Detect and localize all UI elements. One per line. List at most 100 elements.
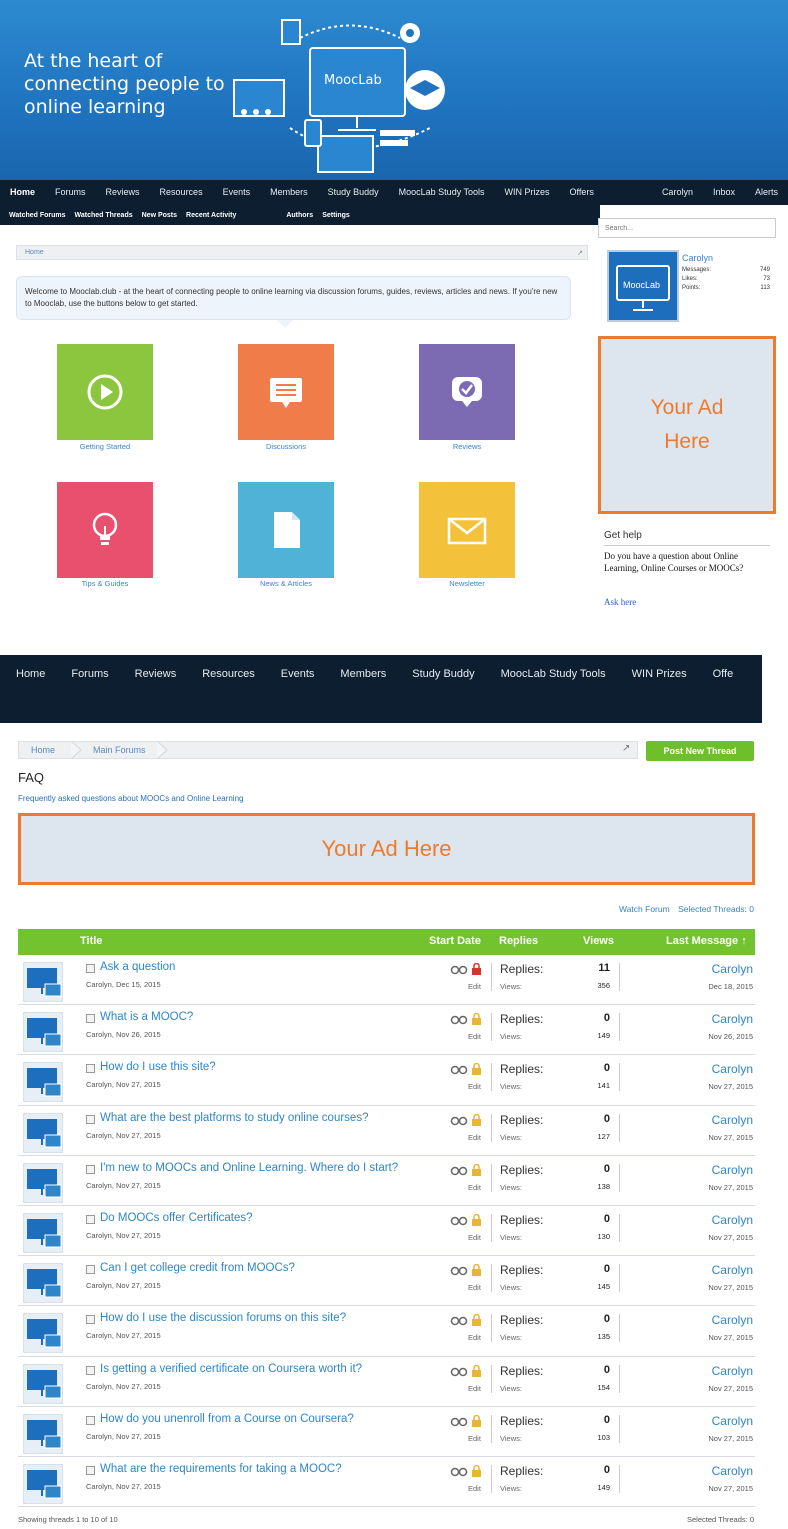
nav-win-prizes[interactable]: WIN Prizes bbox=[495, 180, 560, 205]
last-message-user[interactable]: Carolyn bbox=[712, 962, 753, 976]
last-message-user[interactable]: Carolyn bbox=[712, 1163, 753, 1177]
breadcrumb-home[interactable]: Home bbox=[31, 742, 55, 758]
nav-home[interactable]: Home bbox=[0, 655, 58, 693]
thread-select-checkbox[interactable] bbox=[86, 1465, 95, 1475]
sidebar-search-input[interactable] bbox=[598, 218, 776, 238]
avatar[interactable] bbox=[23, 1212, 63, 1253]
thread-title[interactable]: How do I use the discussion forums on th… bbox=[100, 1312, 346, 1324]
nav-members[interactable]: Members bbox=[327, 655, 399, 693]
tile-news-articles[interactable] bbox=[238, 482, 334, 578]
subnav-authors[interactable]: Authors bbox=[286, 212, 313, 219]
nav-alerts[interactable]: Alerts bbox=[745, 180, 788, 205]
subnav-settings[interactable]: Settings bbox=[322, 212, 350, 219]
tile-label-getting-started[interactable]: Getting Started bbox=[35, 442, 175, 451]
avatar[interactable] bbox=[23, 1162, 63, 1203]
edit-link[interactable]: Edit bbox=[468, 1082, 481, 1091]
sidebar-ad[interactable]: Your Ad Here bbox=[598, 336, 776, 514]
edit-link[interactable]: Edit bbox=[468, 982, 481, 991]
column-views[interactable]: Views bbox=[583, 935, 614, 947]
thread-row[interactable]: How do you unenroll from a Course on Cou… bbox=[18, 1407, 755, 1457]
thread-title[interactable]: Is getting a verified certificate on Cou… bbox=[100, 1363, 362, 1375]
help-ask-link[interactable]: Ask here bbox=[604, 597, 636, 607]
tile-label-reviews[interactable]: Reviews bbox=[397, 442, 537, 451]
last-message-user[interactable]: Carolyn bbox=[712, 1213, 753, 1227]
nav-offers[interactable]: Offe bbox=[700, 655, 747, 693]
avatar[interactable] bbox=[23, 1313, 63, 1354]
stat-value[interactable]: 73 bbox=[763, 276, 770, 282]
thread-select-checkbox[interactable] bbox=[86, 1014, 95, 1024]
edit-link[interactable]: Edit bbox=[468, 1333, 481, 1342]
edit-link[interactable]: Edit bbox=[468, 1283, 481, 1292]
last-message-date[interactable]: Nov 27, 2015 bbox=[708, 1283, 753, 1292]
thread-row[interactable]: Can I get college credit from MOOCs? Caro… bbox=[18, 1256, 755, 1307]
subnav-watched-threads[interactable]: Watched Threads bbox=[75, 212, 133, 219]
nav-study-tools[interactable]: MoocLab Study Tools bbox=[389, 180, 495, 205]
nav-win-prizes[interactable]: WIN Prizes bbox=[619, 655, 700, 693]
nav-reviews[interactable]: Reviews bbox=[96, 180, 150, 205]
nav-resources[interactable]: Resources bbox=[189, 655, 268, 693]
thread-row[interactable]: What are the best platforms to study onl… bbox=[18, 1106, 755, 1156]
edit-link[interactable]: Edit bbox=[468, 1434, 481, 1443]
last-message-user[interactable]: Carolyn bbox=[712, 1012, 753, 1026]
thread-select-checkbox[interactable] bbox=[86, 1265, 95, 1275]
thread-row[interactable]: I'm new to MOOCs and Online Learning. Wh… bbox=[18, 1156, 755, 1206]
edit-link[interactable]: Edit bbox=[468, 1384, 481, 1393]
post-new-thread-button[interactable]: Post New Thread bbox=[646, 741, 754, 761]
nav-user-carolyn[interactable]: Carolyn bbox=[652, 180, 703, 205]
last-message-date[interactable]: Dec 18, 2015 bbox=[708, 982, 753, 991]
last-message-date[interactable]: Nov 27, 2015 bbox=[708, 1233, 753, 1242]
ad-banner[interactable]: Your Ad Here bbox=[18, 813, 755, 885]
thread-title[interactable]: What are the requirements for taking a M… bbox=[100, 1463, 342, 1475]
thread-title[interactable]: How do you unenroll from a Course on Cou… bbox=[100, 1413, 354, 1425]
avatar[interactable] bbox=[23, 1413, 63, 1454]
thread-select-checkbox[interactable] bbox=[86, 1064, 95, 1074]
avatar[interactable] bbox=[23, 1263, 63, 1304]
last-message-user[interactable]: Carolyn bbox=[712, 1263, 753, 1277]
edit-link[interactable]: Edit bbox=[468, 1133, 481, 1142]
stat-value[interactable]: 113 bbox=[760, 285, 770, 291]
column-replies[interactable]: Replies bbox=[499, 935, 538, 947]
thread-select-checkbox[interactable] bbox=[86, 964, 95, 973]
tile-reviews[interactable] bbox=[419, 344, 515, 440]
thread-row[interactable]: Do MOOCs offer Certificates? Carolyn, Nov… bbox=[18, 1206, 755, 1257]
nav-resources[interactable]: Resources bbox=[150, 180, 213, 205]
thread-row[interactable]: How do I use the discussion forums on th… bbox=[18, 1306, 755, 1357]
column-last-message[interactable]: Last Message ↑ bbox=[666, 935, 747, 947]
nav-forums[interactable]: Forums bbox=[58, 655, 121, 693]
profile-username[interactable]: Carolyn bbox=[682, 253, 713, 263]
avatar[interactable]: MoocLab bbox=[607, 250, 679, 322]
last-message-date[interactable]: Nov 27, 2015 bbox=[708, 1183, 753, 1192]
last-message-date[interactable]: Nov 27, 2015 bbox=[708, 1333, 753, 1342]
thread-select-checkbox[interactable] bbox=[86, 1315, 95, 1325]
tile-tips-guides[interactable] bbox=[57, 482, 153, 578]
subnav-watched-forums[interactable]: Watched Forums bbox=[9, 212, 66, 219]
thread-title[interactable]: Do MOOCs offer Certificates? bbox=[100, 1212, 253, 1224]
thread-row[interactable]: How do I use this site? Carolyn, Nov 27, … bbox=[18, 1055, 755, 1106]
nav-events[interactable]: Events bbox=[213, 180, 261, 205]
tile-label-discussions[interactable]: Discussions bbox=[216, 442, 356, 451]
avatar[interactable] bbox=[23, 1363, 63, 1404]
edit-link[interactable]: Edit bbox=[468, 1233, 481, 1242]
thread-title[interactable]: Ask a question bbox=[100, 961, 175, 973]
thread-select-checkbox[interactable] bbox=[86, 1365, 95, 1375]
breadcrumb-jump-icon[interactable]: ↗ bbox=[577, 247, 583, 260]
thread-row[interactable]: What is a MOOC? Carolyn, Nov 26, 2015 Edit… bbox=[18, 1005, 755, 1056]
nav-inbox[interactable]: Inbox bbox=[703, 180, 745, 205]
last-message-date[interactable]: Nov 27, 2015 bbox=[708, 1133, 753, 1142]
avatar[interactable] bbox=[23, 1463, 63, 1504]
column-title[interactable]: Title bbox=[80, 935, 102, 947]
last-message-date[interactable]: Nov 27, 2015 bbox=[708, 1082, 753, 1091]
tile-discussions[interactable] bbox=[238, 344, 334, 440]
thread-select-checkbox[interactable] bbox=[86, 1214, 95, 1224]
nav-events[interactable]: Events bbox=[268, 655, 328, 693]
nav-offers[interactable]: Offers bbox=[560, 180, 604, 205]
last-message-user[interactable]: Carolyn bbox=[712, 1113, 753, 1127]
subnav-new-posts[interactable]: New Posts bbox=[142, 212, 177, 219]
last-message-user[interactable]: Carolyn bbox=[712, 1414, 753, 1428]
nav-forums[interactable]: Forums bbox=[45, 180, 96, 205]
thread-row[interactable]: What are the requirements for taking a M… bbox=[18, 1457, 755, 1508]
thread-title[interactable]: How do I use this site? bbox=[100, 1061, 216, 1073]
thread-title[interactable]: I'm new to MOOCs and Online Learning. Wh… bbox=[100, 1162, 398, 1174]
edit-link[interactable]: Edit bbox=[468, 1183, 481, 1192]
thread-select-checkbox[interactable] bbox=[86, 1164, 95, 1174]
